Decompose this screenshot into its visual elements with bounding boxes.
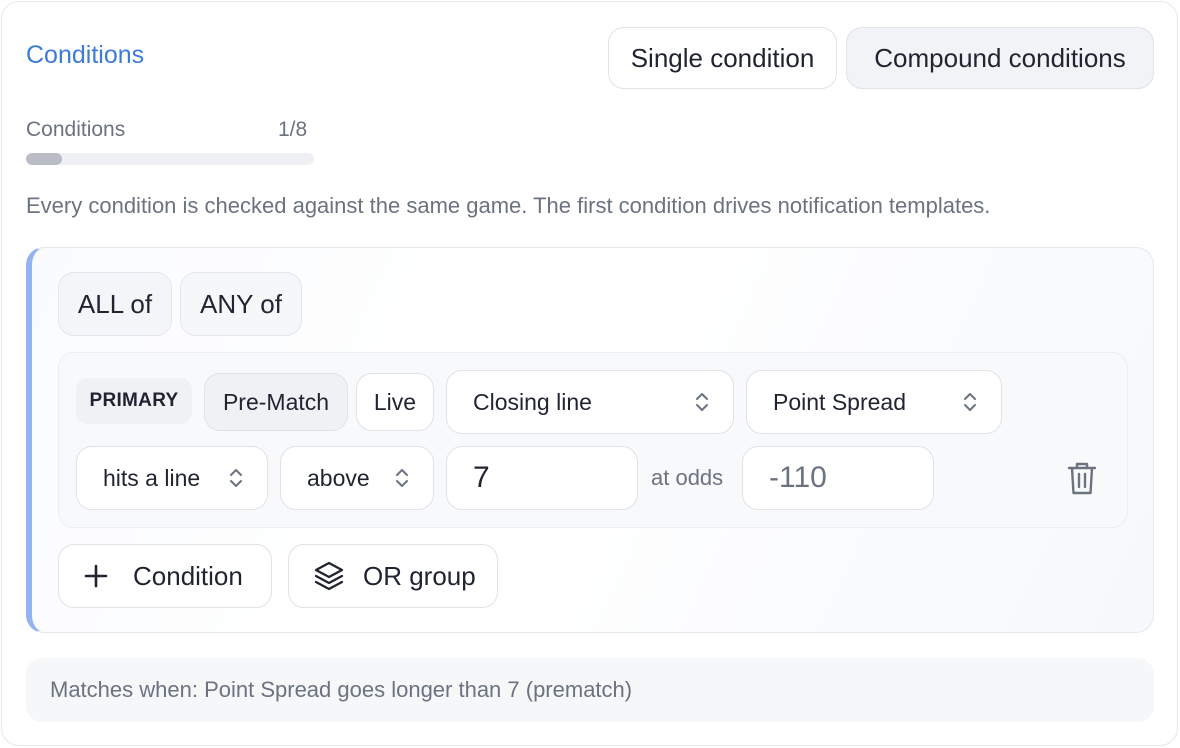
add-condition-button[interactable]: Condition	[58, 544, 272, 608]
help-text: Every condition is checked against the s…	[26, 193, 991, 218]
or-group-label: OR group	[363, 560, 476, 591]
add-or-group-button[interactable]: OR group	[288, 544, 498, 608]
live-toggle[interactable]: Live	[356, 373, 434, 431]
match-summary: Matches when: Point Spread goes longer t…	[26, 658, 1154, 722]
chevron-up-down-icon	[964, 393, 976, 411]
line-type-value: Closing line	[473, 388, 592, 415]
odds-input[interactable]: -110	[742, 446, 934, 510]
any-of-button[interactable]: ANY of	[180, 272, 302, 336]
market-select[interactable]: Point Spread	[746, 370, 1002, 434]
section-title: Conditions	[26, 41, 145, 69]
primary-badge: PRIMARY	[76, 378, 192, 424]
market-value: Point Spread	[773, 388, 906, 415]
line-value-input[interactable]: 7	[446, 446, 638, 510]
at-odds-label: at odds	[651, 465, 724, 490]
compound-conditions-button[interactable]: Compound conditions	[846, 27, 1154, 89]
trash-icon[interactable]	[1066, 460, 1098, 496]
layers-icon	[314, 561, 344, 591]
direction-select[interactable]: above	[280, 446, 434, 510]
plus-icon	[84, 564, 108, 588]
conditions-progress-bar	[26, 153, 314, 165]
add-condition-label: Condition	[133, 560, 243, 591]
direction-value: above	[307, 464, 370, 491]
chevron-up-down-icon	[396, 469, 408, 487]
pre-match-toggle[interactable]: Pre-Match	[204, 373, 348, 431]
chevron-up-down-icon	[696, 393, 708, 411]
conditions-count-value: 1/8	[278, 118, 308, 141]
conditions-progress-fill	[26, 153, 62, 165]
trigger-select[interactable]: hits a line	[76, 446, 268, 510]
single-condition-button[interactable]: Single condition	[608, 27, 837, 89]
all-of-button[interactable]: ALL of	[58, 272, 172, 336]
trigger-value: hits a line	[103, 464, 201, 491]
conditions-count-label: Conditions	[26, 118, 126, 141]
line-type-select[interactable]: Closing line	[446, 370, 734, 434]
chevron-up-down-icon	[230, 469, 242, 487]
